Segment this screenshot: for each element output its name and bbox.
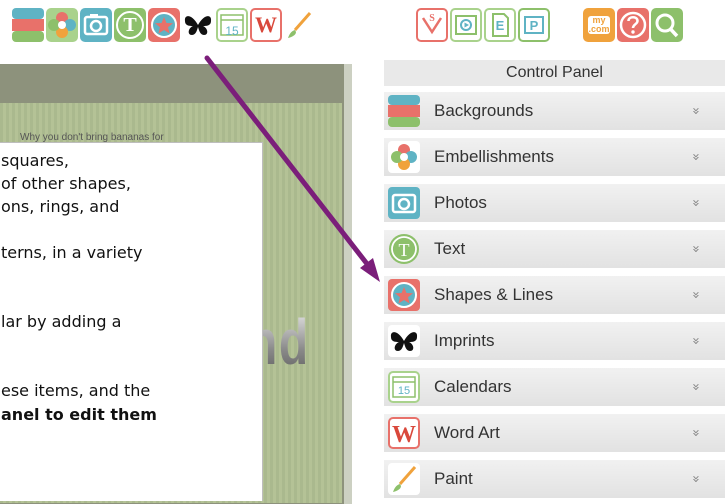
main-toolbar: T 15 W S E P my .com (0, 0, 725, 60)
toolbar-export-button[interactable]: E (484, 8, 516, 42)
toolbar-calendars-button[interactable]: 15 (216, 8, 248, 42)
toolbar-calendar-day: 15 (225, 24, 239, 38)
panel-item-label: Text (434, 239, 466, 258)
canvas-edge (344, 64, 352, 504)
word-art-icon: W (255, 12, 277, 37)
overlay-line: ese items, and the (1, 381, 151, 400)
word-art-icon: W (388, 417, 420, 449)
panel-item-word-art[interactable]: W Word Art » (384, 414, 725, 452)
toolbar-text-button[interactable]: T (114, 8, 146, 42)
text-icon-letter: T (399, 240, 410, 260)
backgrounds-icon (12, 8, 44, 42)
overlay-line-bold: anel to edit them (1, 405, 157, 424)
panel-item-paint[interactable]: Paint » (384, 460, 725, 498)
chevron-down-icon[interactable]: » (676, 153, 714, 161)
paintbrush-icon (388, 463, 420, 495)
text-icon: T (388, 233, 420, 265)
toolbar-help-button[interactable] (617, 8, 649, 42)
panel-item-embellishments[interactable]: Embellishments » (384, 138, 725, 176)
toolbar-p-letter: P (529, 17, 539, 33)
panel-item-label: Shapes & Lines (434, 285, 554, 304)
toolbar-shapes-button[interactable] (148, 8, 180, 42)
butterfly-icon (388, 325, 420, 357)
panel-item-imprints[interactable]: Imprints » (384, 322, 725, 360)
chevron-down-icon[interactable]: » (676, 291, 714, 299)
panel-item-photos[interactable]: Photos » (384, 184, 725, 222)
panel-item-label: Photos (434, 193, 487, 212)
calendar-icon-day: 15 (398, 385, 410, 397)
chevron-down-icon[interactable]: » (676, 475, 714, 483)
control-panel-title: Control Panel (384, 60, 725, 86)
preview-book-icon (455, 15, 477, 35)
panel-item-label: Paint (434, 469, 473, 488)
toolbar-photos-button[interactable] (80, 8, 112, 42)
panel-item-label: Embellishments (434, 147, 554, 166)
chevron-down-icon[interactable]: » (676, 383, 714, 391)
panel-item-backgrounds[interactable]: Backgrounds » (384, 92, 725, 130)
camera-icon (83, 14, 109, 36)
toolbar-paint-button[interactable] (284, 8, 316, 42)
overlay-line: squares, (1, 151, 69, 170)
panel-item-label: Backgrounds (434, 101, 534, 120)
backgrounds-icon (388, 95, 420, 127)
panel-item-calendars[interactable]: 15 Calendars » (384, 368, 725, 406)
chevron-down-icon[interactable]: » (676, 429, 714, 437)
panel-item-label: Word Art (434, 423, 500, 442)
star-shape-icon (388, 279, 420, 311)
toolbar-e-letter: E (495, 17, 505, 33)
toolbar-preview-button[interactable] (450, 8, 482, 42)
chevron-down-icon[interactable]: » (676, 337, 714, 345)
toolbar-embellishments-button[interactable] (46, 8, 78, 42)
word-art-icon-letter: W (392, 422, 416, 448)
chevron-down-icon[interactable]: » (676, 245, 714, 253)
panel-item-label: Imprints (434, 331, 495, 350)
overlay-line: lar by adding a (1, 312, 122, 331)
control-panel: Control Panel Backgrounds » Embellishmen… (382, 58, 725, 500)
paintbrush-icon (288, 12, 312, 38)
butterfly-icon (184, 16, 212, 35)
star-shape-icon (151, 12, 177, 38)
toolbar-s-letter: S (429, 13, 435, 24)
calendar-icon: 15 (388, 371, 420, 403)
chevron-down-icon[interactable]: » (676, 107, 714, 115)
toolbar-mycom-button[interactable]: my .com (583, 8, 615, 42)
toolbar-word-art-button[interactable]: W (250, 8, 282, 42)
toolbar-stickers-button[interactable]: S (416, 8, 448, 42)
help-text-overlay: squares, of other shapes, ons, rings, an… (0, 142, 263, 501)
overlay-line: terns, in a variety (1, 243, 143, 262)
camera-icon (388, 187, 420, 219)
toolbar-search-button[interactable] (651, 8, 683, 42)
embellishments-icon (388, 141, 420, 173)
panel-item-label: Calendars (434, 377, 512, 396)
flower-icon (48, 12, 76, 38)
search-icon (655, 13, 679, 38)
overlay-line: of other shapes, (1, 174, 131, 193)
chevron-down-icon[interactable]: » (676, 199, 714, 207)
toolbar-imprints-button[interactable] (182, 8, 214, 42)
toolbar-print-button[interactable]: P (518, 8, 550, 42)
toolbar-backgrounds-button[interactable] (12, 8, 44, 42)
help-icon (619, 11, 647, 39)
mycom-bottom: .com (588, 24, 610, 34)
panel-item-shapes-lines[interactable]: Shapes & Lines » (384, 276, 725, 314)
mycom-label: my .com (583, 8, 615, 42)
overlay-line: ons, rings, and (1, 197, 120, 216)
toolbar-text-letter: T (123, 13, 137, 36)
panel-item-text[interactable]: T Text » (384, 230, 725, 268)
